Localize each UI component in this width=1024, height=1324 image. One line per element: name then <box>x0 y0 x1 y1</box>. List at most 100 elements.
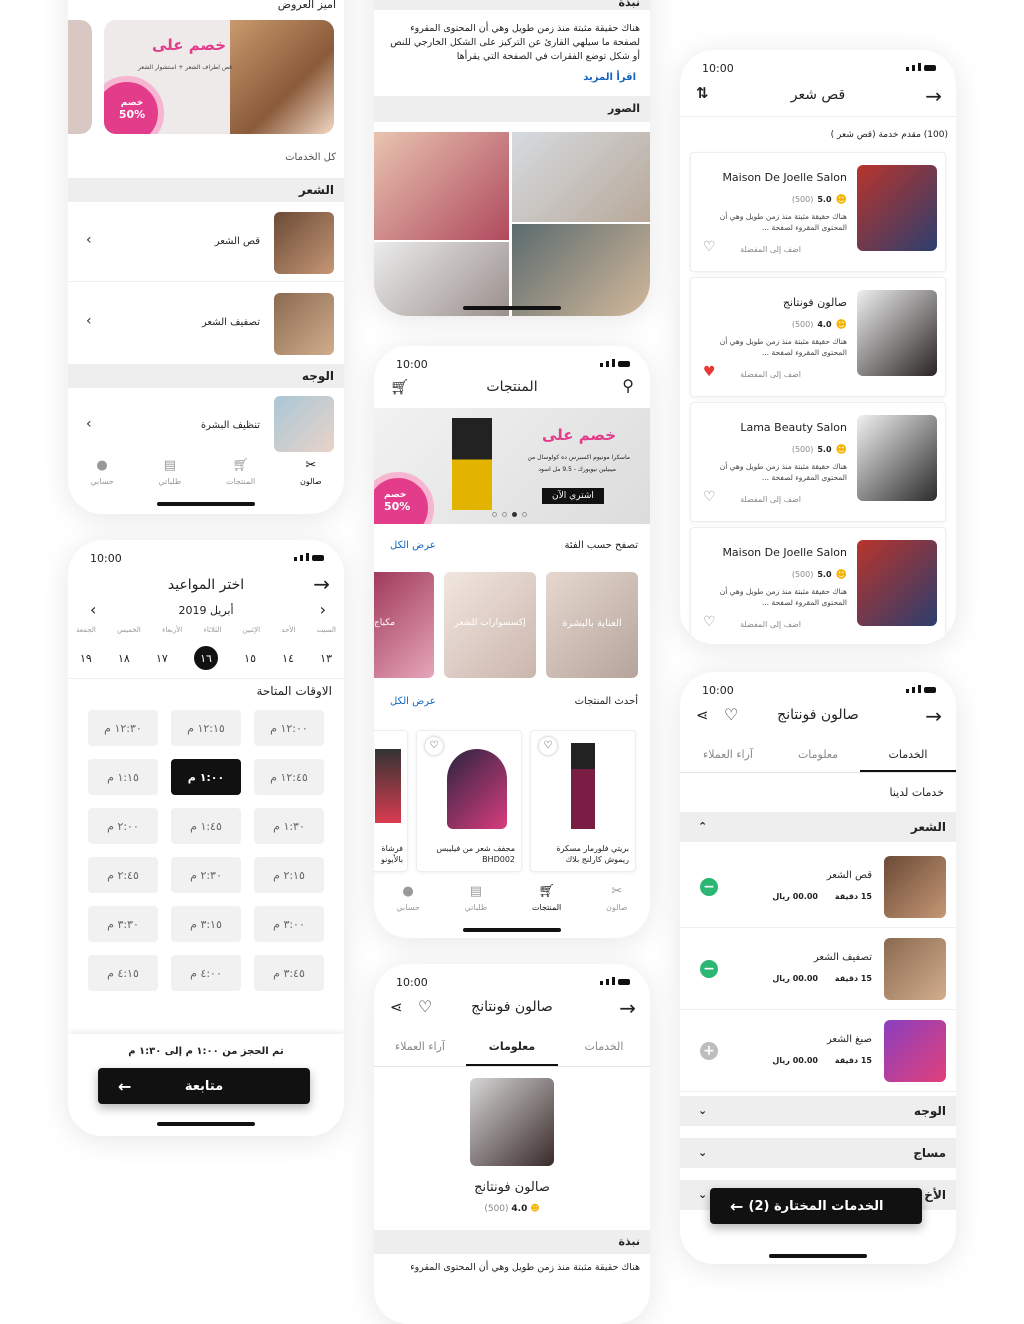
back-arrow-icon[interactable]: → <box>619 998 636 1018</box>
selected-services-button[interactable]: ← (2) الخدمات المختارة <box>710 1188 922 1224</box>
nav-salon[interactable]: ✂ صالون <box>606 884 628 912</box>
heart-icon[interactable]: ♡ <box>703 614 716 630</box>
gallery-photo[interactable] <box>512 132 650 222</box>
heart-icon[interactable]: ♡ <box>703 489 716 505</box>
gallery-photo[interactable] <box>374 242 509 316</box>
share-icon[interactable]: ⋖ <box>696 706 709 724</box>
category-skincare[interactable]: العناية بالبشرة <box>546 572 638 678</box>
continue-button[interactable]: ← متابعة <box>98 1068 310 1104</box>
date-cell[interactable]: ١٨ <box>118 652 130 665</box>
time-slot[interactable]: ٢:٠٠ م <box>88 808 158 844</box>
tab-reviews[interactable]: آراء العملاء <box>374 1040 466 1053</box>
back-arrow-icon[interactable]: → <box>313 574 330 594</box>
time-slot[interactable]: ١:٤٥ م <box>171 808 241 844</box>
nav-account[interactable]: ● حسابي <box>90 458 113 486</box>
time-slot[interactable]: ١٢:٣٠ م <box>88 710 158 746</box>
service-row[interactable]: صبغ الشعر 15 دقيقة 00.00 ريال + <box>680 1010 956 1092</box>
next-month-icon[interactable]: ‹ <box>90 600 96 619</box>
add-to-favorites[interactable]: اضف إلى المفضلة <box>740 495 801 504</box>
nav-account[interactable]: ● حسابي <box>396 884 419 912</box>
nav-orders[interactable]: ▤ طلباتي <box>465 884 488 912</box>
remove-icon[interactable]: − <box>700 960 718 978</box>
heart-icon[interactable]: ♥ <box>703 364 716 380</box>
time-slot[interactable]: ١٢:٠٠ م <box>254 710 324 746</box>
time-slot[interactable]: ١:٣٠ م <box>254 808 324 844</box>
provider-card[interactable]: Maison De Joelle Salon (500) 5.0 ☻ هناك حقيق… <box>690 527 946 644</box>
gallery-photo[interactable] <box>374 132 509 240</box>
date-cell[interactable]: ١٥ <box>244 652 256 665</box>
section-face[interactable]: الوجه ⌄ <box>680 1096 956 1126</box>
tab-services[interactable]: الخدمات <box>860 748 956 761</box>
time-slot[interactable]: ٤:٠٠ م <box>171 955 241 991</box>
chevron-left-icon[interactable]: ‹ <box>86 313 92 329</box>
tab-info[interactable]: معلومات <box>466 1040 558 1053</box>
heart-icon[interactable]: ♡ <box>724 705 738 724</box>
gallery-photo[interactable] <box>512 224 650 316</box>
time-slot[interactable]: ٣:١٥ م <box>171 906 241 942</box>
view-all-link[interactable]: عرض الكل <box>390 696 436 707</box>
tab-reviews[interactable]: آراء العملاء <box>680 748 776 761</box>
date-cell[interactable]: ١٣ <box>320 652 332 665</box>
time-slot[interactable]: ٣:٠٠ م <box>254 906 324 942</box>
section-massage[interactable]: مساج ⌄ <box>680 1138 956 1168</box>
add-to-favorites[interactable]: اضف إلى المفضلة <box>740 620 801 629</box>
chevron-left-icon[interactable]: ‹ <box>86 416 92 432</box>
provider-card[interactable]: Maison De Joelle Salon (500) 5.0 ☻ هناك حقيق… <box>690 152 946 272</box>
heart-icon[interactable]: ♡ <box>539 737 557 755</box>
promo-prev-card[interactable] <box>68 20 92 134</box>
section-hair[interactable]: الشعر ⌃ <box>680 812 956 842</box>
time-slot[interactable]: ٤:١٥ م <box>88 955 158 991</box>
chevron-left-icon[interactable]: ‹ <box>86 232 92 248</box>
product-card[interactable]: فرشاة بالأيونو <box>374 730 408 872</box>
search-icon[interactable]: ⚲ <box>622 376 634 395</box>
service-row[interactable]: تصفيف الشعر 15 دقيقة 00.00 ريال − <box>680 928 956 1010</box>
add-to-favorites[interactable]: اضف إلى المفضلة <box>740 370 801 379</box>
service-row-haircut[interactable]: قص الشعر ‹ <box>68 202 344 282</box>
add-to-favorites[interactable]: اضف إلى المفضلة <box>740 245 801 254</box>
product-card[interactable]: ♡ مجفف شعر من فيليبس BHD002 <box>416 730 522 872</box>
time-slot[interactable]: ٢:١٥ م <box>254 857 324 893</box>
promo-banner[interactable]: خصم على ماسكرا مونيوم اكسبرس ده كولوسال … <box>374 408 650 524</box>
time-slot[interactable]: ٣:٣٠ م <box>88 906 158 942</box>
read-more-link[interactable]: اقرأ المزيد <box>583 72 636 83</box>
share-icon[interactable]: ⋖ <box>390 998 403 1016</box>
date-cell[interactable]: ١٩ <box>80 652 92 665</box>
nav-salon[interactable]: ✂ صالون <box>300 458 322 486</box>
heart-icon[interactable]: ♡ <box>418 997 432 1016</box>
sort-icon[interactable]: ⇅ <box>696 84 709 102</box>
provider-card[interactable]: صالون فونتانج (500) 4.0 ☻ هناك حقيقة مثبتة م… <box>690 277 946 397</box>
back-arrow-icon[interactable]: → <box>925 86 942 106</box>
add-icon[interactable]: + <box>700 1042 718 1060</box>
time-slot[interactable]: ١:١٥ م <box>88 759 158 795</box>
shop-now-button[interactable]: اشتري الآن <box>542 488 604 504</box>
time-slot[interactable]: ٣:٤٥ م <box>254 955 324 991</box>
time-slot[interactable]: ٢:٤٥ م <box>88 857 158 893</box>
prev-month-icon[interactable]: › <box>320 600 326 619</box>
time-slot[interactable]: ١٢:٤٥ م <box>254 759 324 795</box>
date-cell[interactable]: ١٤ <box>282 652 294 665</box>
service-row-styling[interactable]: تصفيف الشعر ‹ <box>68 283 344 363</box>
provider-card[interactable]: Lama Beauty Salon (500) 5.0 ☻ هناك حقيقة مثب… <box>690 402 946 522</box>
tab-services[interactable]: الخدمات <box>558 1040 650 1053</box>
category-makeup[interactable]: مكياج <box>374 572 434 678</box>
service-row-facial[interactable]: تنظيف البشرة ‹ <box>68 388 344 452</box>
product-card[interactable]: ♡ بريتي فلورمار مسكرة ريموش كارلنج بلاك <box>530 730 636 872</box>
nav-products[interactable]: 🛒︎ المنتجات <box>226 458 255 486</box>
back-arrow-icon[interactable]: → <box>925 706 942 726</box>
category-hair-accessories[interactable]: إكسسوارات للشعر <box>444 572 536 678</box>
time-slot-selected[interactable]: ١:٠٠ م <box>171 759 241 795</box>
view-all-link[interactable]: عرض الكل <box>390 540 436 551</box>
tab-info[interactable]: معلومات <box>776 748 860 761</box>
date-cell[interactable]: ١٧ <box>156 652 168 665</box>
time-slot[interactable]: ٢:٣٠ م <box>171 857 241 893</box>
remove-icon[interactable]: − <box>700 878 718 896</box>
nav-orders[interactable]: ▤ طلباتي <box>159 458 182 486</box>
heart-icon[interactable]: ♡ <box>703 239 716 255</box>
nav-products[interactable]: 🛒︎ المنتجات <box>532 884 561 912</box>
date-cell-selected[interactable]: ١٦ <box>194 646 218 670</box>
heart-icon[interactable]: ♡ <box>425 737 443 755</box>
time-slot[interactable]: ١٢:١٥ م <box>171 710 241 746</box>
cart-icon[interactable]: 🛒︎ <box>390 378 409 396</box>
service-row[interactable]: قص الشعر 15 دقيقة 00.00 ريال − <box>680 846 956 928</box>
promo-card[interactable]: خصم على قص اطراف الشعر + استشوار الشعر خ… <box>104 20 334 134</box>
